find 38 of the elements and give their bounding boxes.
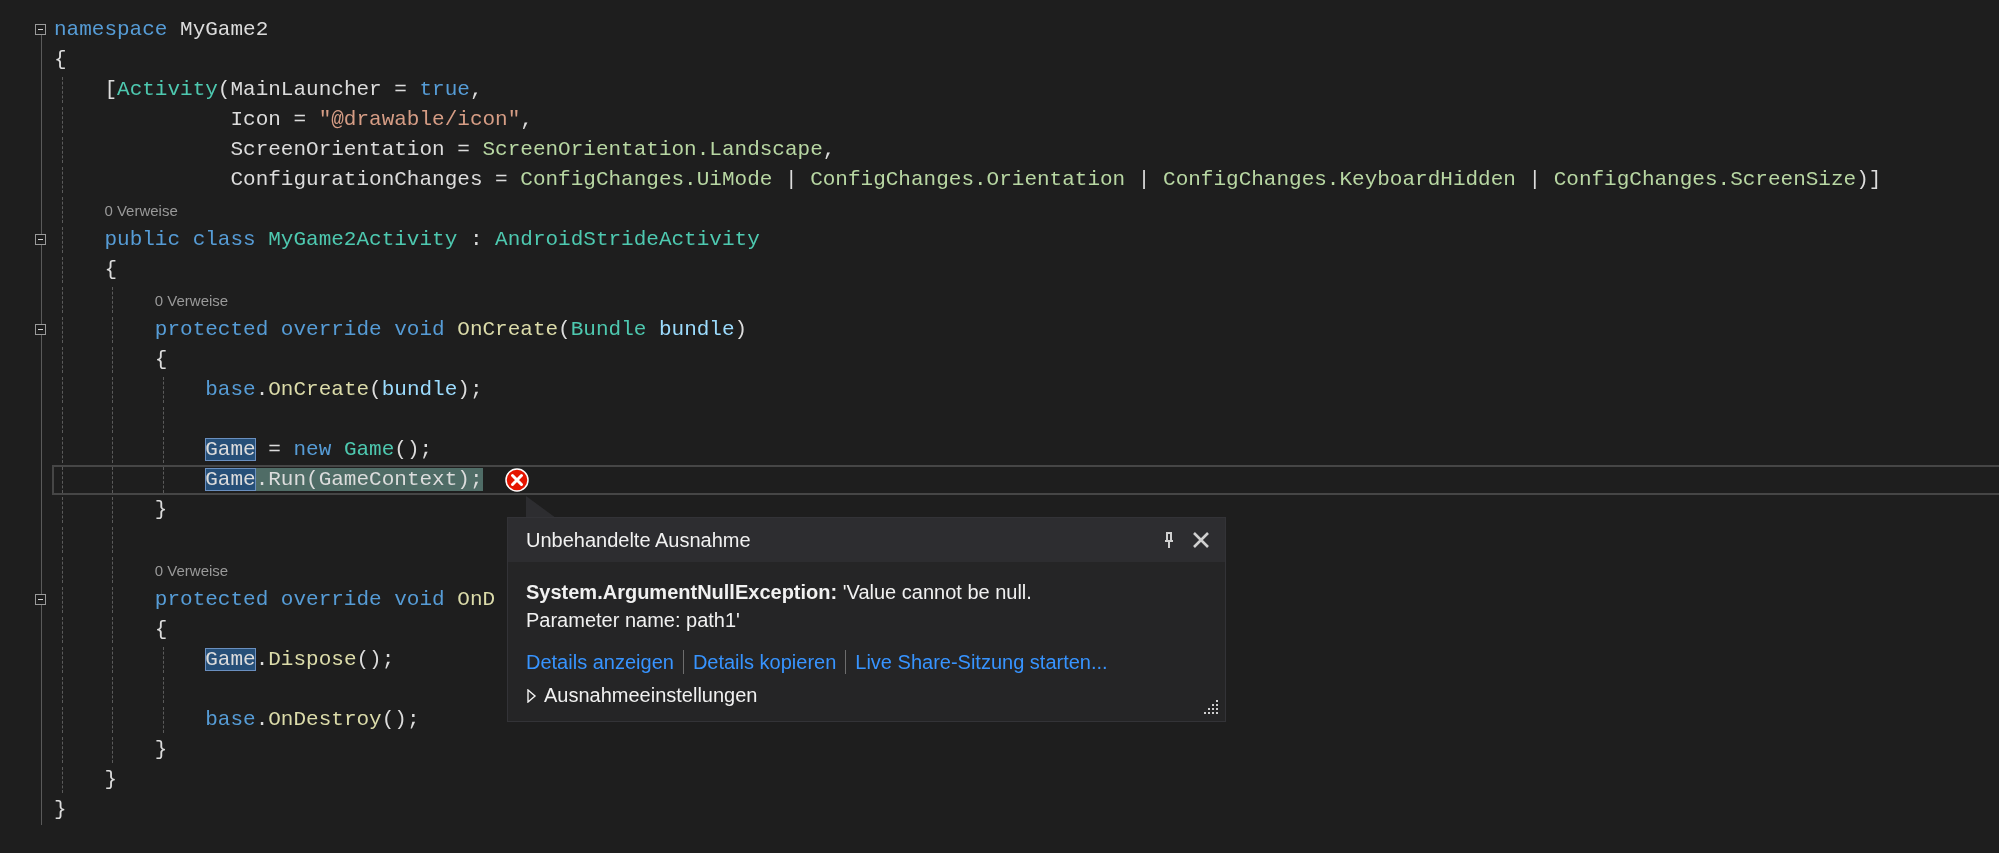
code-line: } [54, 797, 67, 823]
code-line: Game.Dispose(); [204, 647, 395, 673]
code-line: Icon = "@drawable/icon", [229, 107, 533, 133]
action-link[interactable]: Live Share-Sitzung starten... [855, 650, 1108, 674]
code-line: { [153, 617, 168, 643]
code-line: base.OnDestroy(); [204, 707, 420, 733]
action-link[interactable]: Details kopieren [692, 650, 837, 674]
code-line: Game = new Game(); [204, 437, 433, 463]
collapse-icon[interactable] [35, 24, 46, 35]
collapse-icon[interactable] [35, 324, 46, 335]
exception-message: System.ArgumentNullException: 'Value cannot be null. Parameter name: path1' [526, 580, 1033, 633]
code-line: public class MyGame2Activity : AndroidStrideActivity [103, 227, 760, 253]
code-line: base.OnCreate(bundle); [204, 377, 483, 403]
codelens-link[interactable]: 0 Verweise [154, 561, 229, 579]
collapse-icon[interactable] [35, 594, 46, 605]
expand-icon[interactable] [526, 688, 538, 703]
resize-grip-icon[interactable] [1203, 699, 1219, 715]
code-line: { [153, 347, 168, 373]
code-line: ConfigurationChanges = ConfigChanges.UiMode | ConfigChanges.Orientation | ConfigChanges.KeyboardHidden | ConfigChanges.ScreenSize)] [229, 167, 1882, 193]
close-icon[interactable] [1191, 530, 1211, 550]
code-line: protected override void OnD [153, 587, 496, 613]
code-line: Game.Run(GameContext); [204, 467, 483, 493]
code-line: } [153, 737, 168, 763]
codelens-link[interactable]: 0 Verweise [104, 201, 178, 219]
code-line: [Activity(MainLauncher = true, [103, 77, 483, 103]
collapse-icon[interactable] [35, 234, 46, 245]
code-line: namespace MyGame2 [54, 17, 269, 43]
popup-title: Unbehandelte Ausnahme [526, 528, 752, 552]
codelens-link[interactable]: 0 Verweise [154, 291, 229, 309]
code-line: { [103, 257, 118, 283]
exception-settings-label[interactable]: Ausnahmeeinstellungen [544, 684, 758, 707]
action-link[interactable]: Details anzeigen [526, 650, 674, 674]
code-line: } [103, 767, 118, 793]
code-line: { [54, 47, 67, 73]
code-line: ScreenOrientation = ScreenOrientation.Landscape, [229, 137, 836, 163]
error-icon[interactable] [504, 468, 529, 492]
code-line: protected override void OnCreate(Bundle bundle) [153, 317, 748, 343]
code-line: } [153, 497, 168, 523]
